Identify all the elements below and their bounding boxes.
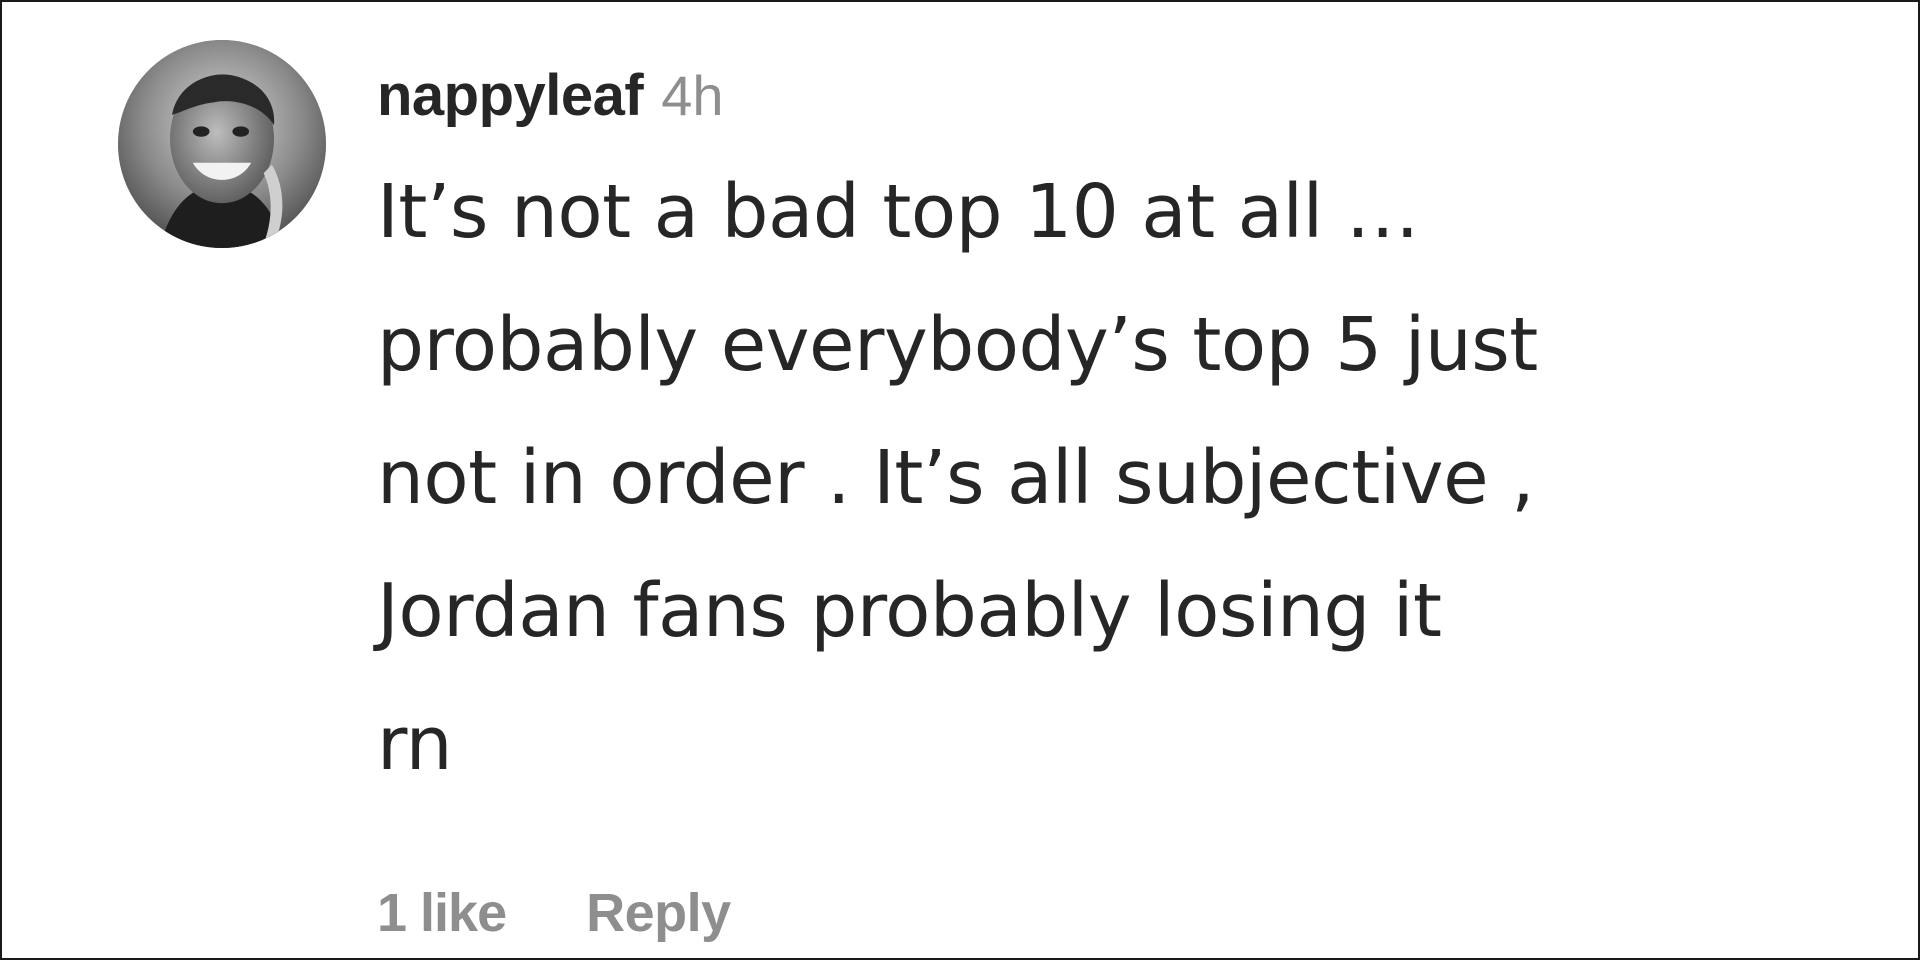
comment-text-line: Jordan fans probably losing it: [377, 568, 1442, 654]
user-avatar[interactable]: [118, 40, 326, 248]
username-link[interactable]: nappyleaf: [377, 62, 644, 129]
profile-avatar-icon: [118, 40, 326, 248]
comment-text-line: It’s not a bad top 10 at all …: [377, 169, 1420, 255]
reply-button[interactable]: Reply: [586, 882, 731, 944]
comment: nappyleaf 4h It’s not a bad top 10 at al…: [2, 2, 1918, 958]
comment-text: It’s not a bad top 10 at all … probably …: [377, 146, 1857, 811]
comment-text-line: rn: [377, 701, 453, 787]
comment-content: nappyleaf 4h It’s not a bad top 10 at al…: [377, 62, 1857, 811]
screenshot-frame: nappyleaf 4h It’s not a bad top 10 at al…: [0, 0, 1920, 960]
comment-text-line: probably everybody’s top 5 just: [377, 302, 1538, 388]
comment-text-line: not in order . It’s all subjective ,: [377, 435, 1535, 521]
comment-header: nappyleaf 4h: [377, 62, 1857, 142]
comment-timestamp[interactable]: 4h: [661, 63, 723, 128]
like-count-button[interactable]: 1 like: [377, 882, 507, 944]
comment-actions: 1 like Reply: [377, 882, 731, 944]
